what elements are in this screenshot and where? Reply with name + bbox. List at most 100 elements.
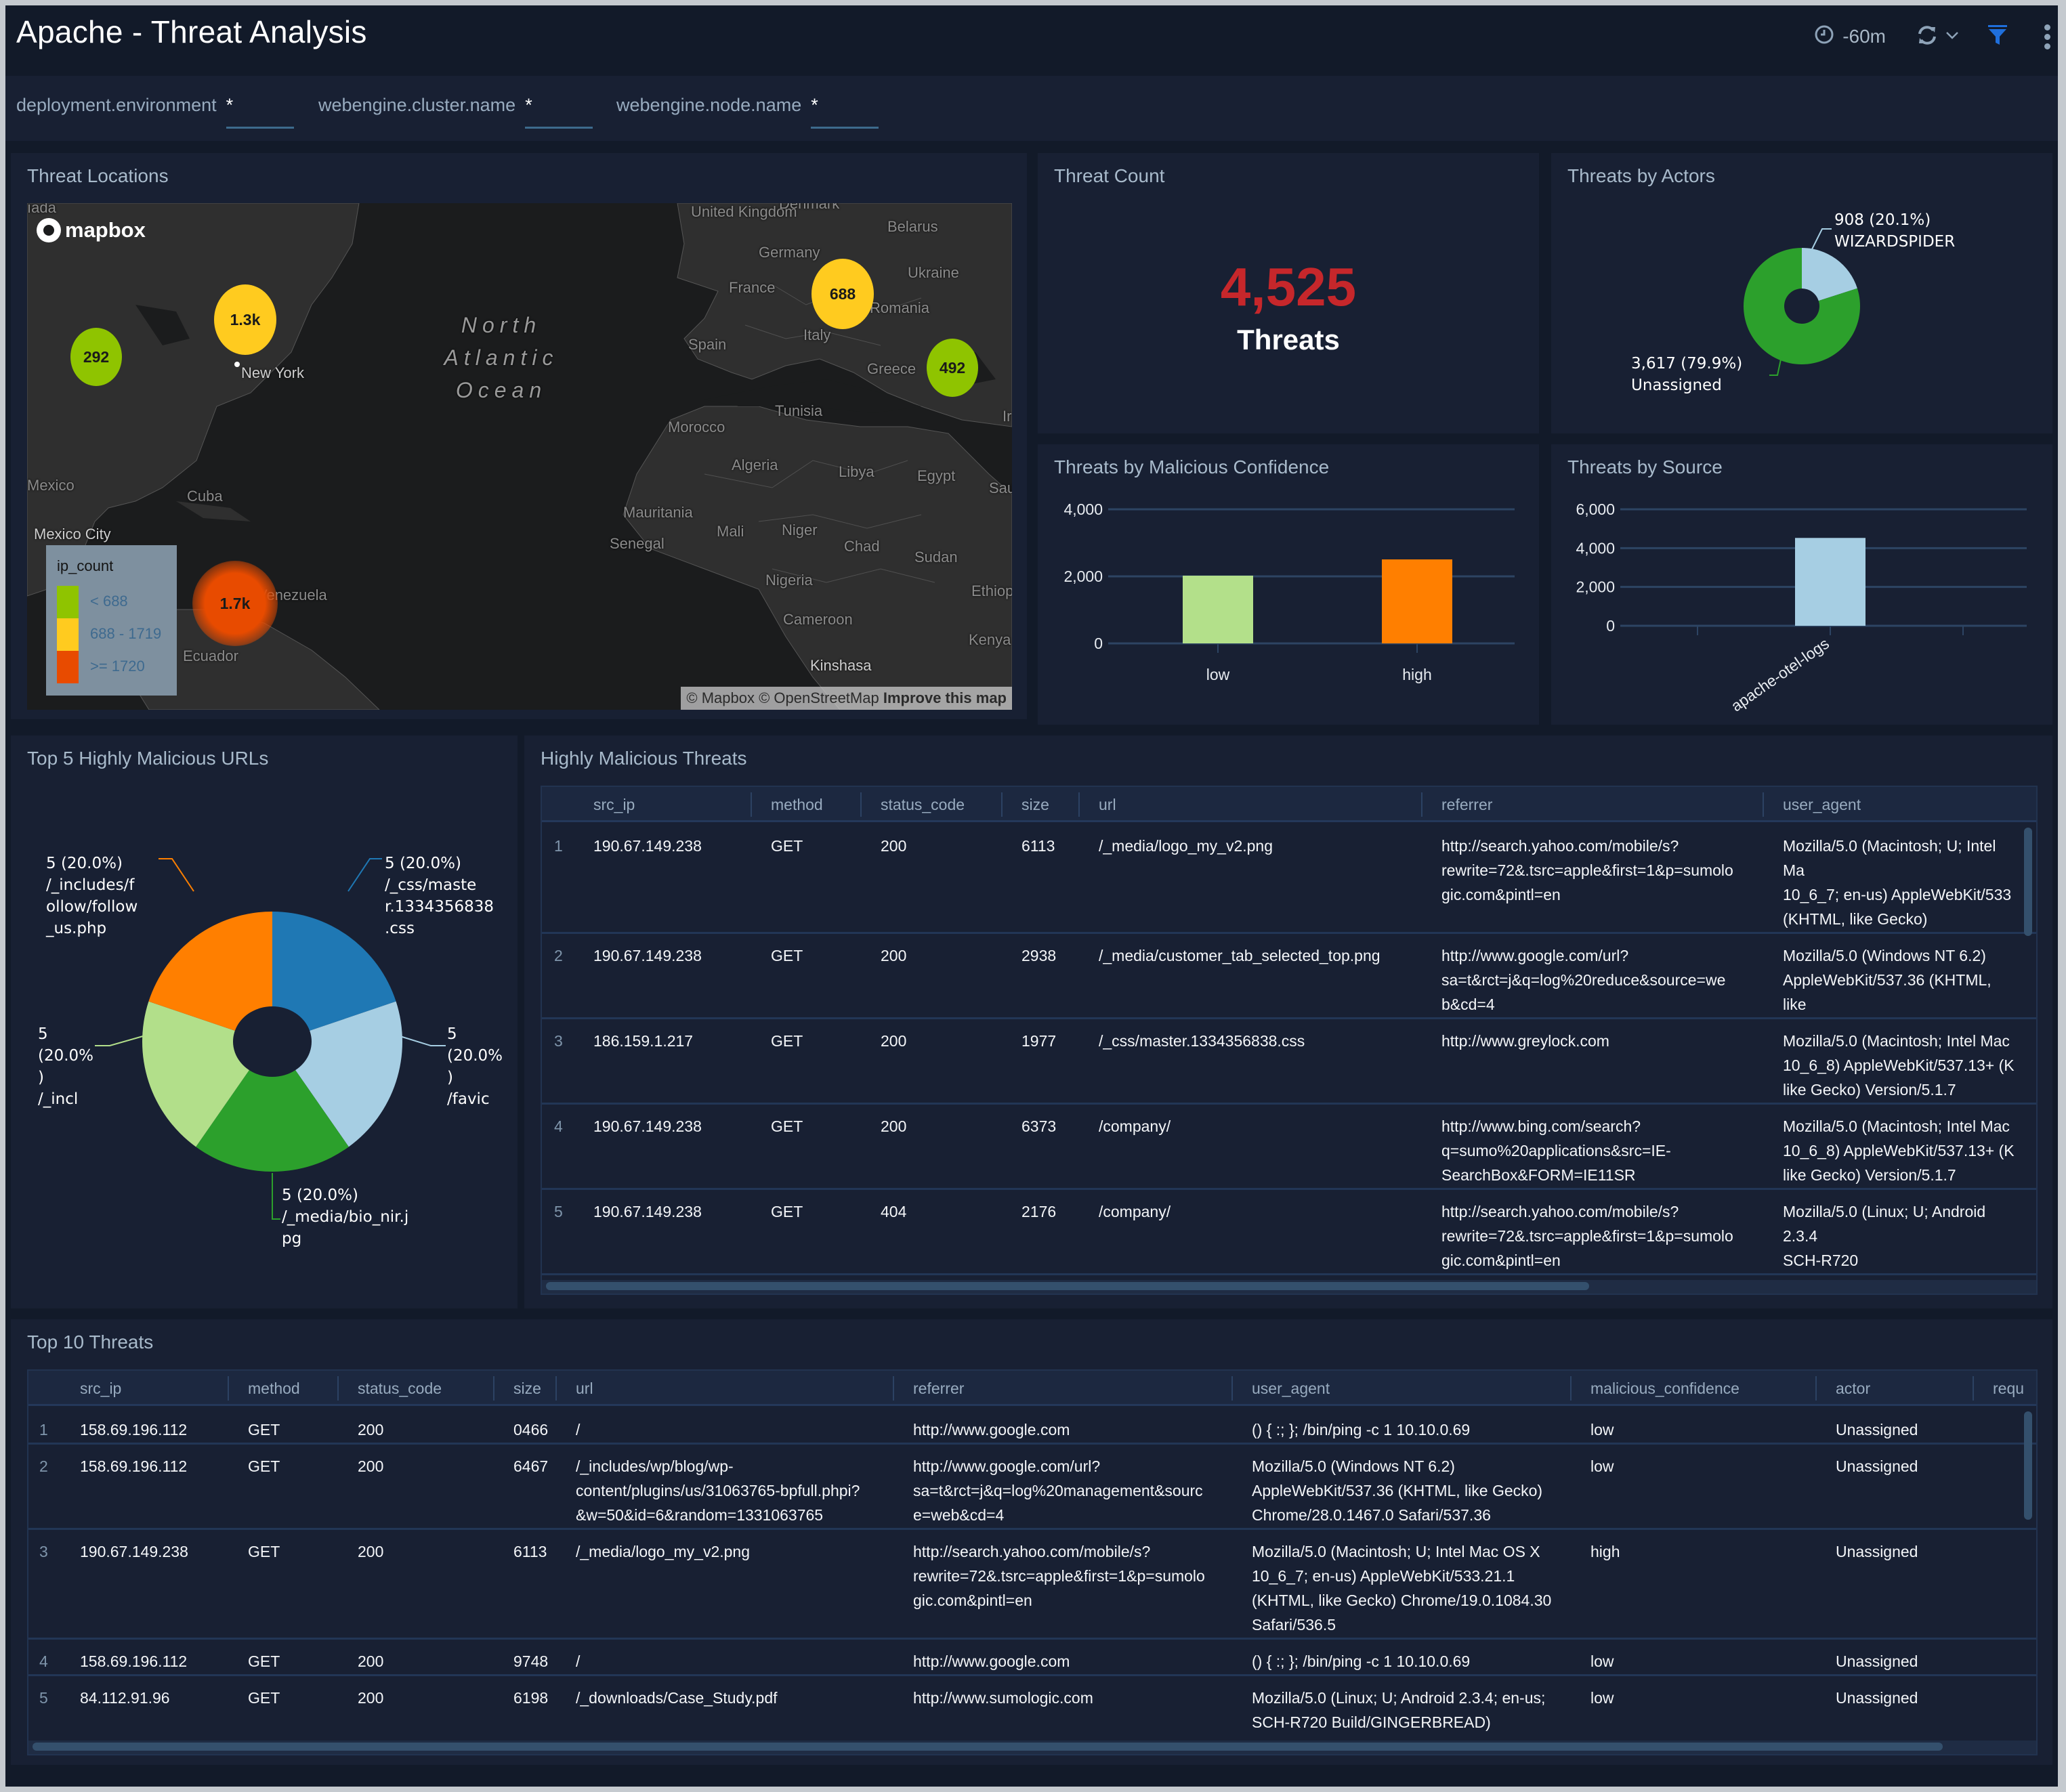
column-resize-handle[interactable]	[1421, 792, 1422, 817]
filter-button[interactable]	[1987, 24, 2008, 49]
scrollbar-thumb[interactable]	[33, 1743, 1943, 1751]
column-resize-handle[interactable]	[1231, 1376, 1233, 1401]
horizontal-scrollbar[interactable]	[28, 1741, 2036, 1754]
map-place-label: Egypt	[917, 467, 956, 484]
filter-value-input[interactable]: *	[811, 95, 879, 129]
column-resize-handle[interactable]	[1570, 1376, 1572, 1401]
map-place-label: Nigeria	[765, 572, 813, 589]
vertical-scrollbar[interactable]	[2024, 828, 2032, 936]
table-row[interactable]: 5 190.67.149.238 GET 404 2176/company/http:/…	[542, 1190, 2036, 1275]
filter-webengine-cluster-name[interactable]: webengine.cluster.name *	[318, 95, 593, 129]
column-header-method[interactable]: method	[771, 787, 823, 822]
column-header-referrer[interactable]: referrer	[913, 1371, 964, 1406]
column-header-user_agent[interactable]: user_agent	[1783, 787, 1861, 822]
filter-webengine-node-name[interactable]: webengine.node.name *	[616, 95, 879, 129]
time-range-button[interactable]: -60m	[1814, 24, 1886, 49]
table-row[interactable]: 3 190.67.149.238 GET 200 6113 /_media/logo_my…	[28, 1530, 2036, 1640]
table-row[interactable]: 4 190.67.149.238 GET 200 6373/company/http:/…	[542, 1105, 2036, 1190]
cell-actor: Unassigned	[1836, 1689, 1918, 1707]
column-resize-handle[interactable]	[1973, 1376, 1974, 1401]
bar-apache-otel-logs[interactable]	[1795, 538, 1865, 626]
filter-value-input[interactable]: *	[226, 95, 294, 129]
vertical-scrollbar[interactable]	[2024, 1411, 2032, 1520]
column-resize-handle[interactable]	[751, 792, 752, 817]
column-header-size[interactable]: size	[513, 1371, 541, 1406]
scrollbar-thumb[interactable]	[546, 1282, 1589, 1290]
column-resize-handle[interactable]	[1815, 1376, 1817, 1401]
table-row[interactable]: 1 190.67.149.238 GET 200 6113 /_media/logo_my…	[542, 824, 2036, 934]
city-marker-icon	[234, 362, 240, 367]
map-canvas[interactable]: mapbox ıada United Kingdom Denmark Belar…	[27, 203, 1012, 710]
cell-malicious_confidence: low	[1590, 1457, 1614, 1475]
cell-referrer: http://search.yahoo.com/mobile/s? rewrit…	[913, 1543, 1205, 1609]
column-header-url[interactable]: url	[576, 1371, 593, 1406]
source-bar-chart: 0 2,000 4,000 6,000 apache-otel-logs	[1576, 500, 2027, 715]
column-header-referrer[interactable]: referrer	[1441, 787, 1492, 822]
cell-method: GET	[771, 947, 803, 964]
y-tick-label: 2,000	[1576, 578, 1615, 596]
column-header-method[interactable]: method	[248, 1371, 300, 1406]
table-row[interactable]: 5 84.112.91.96 GET 200 6198 /_downloads/Case_…	[28, 1676, 2036, 1751]
cell-actor: Unassigned	[1836, 1543, 1918, 1560]
legend-swatch	[57, 651, 79, 683]
slice-value-label: 3,617 (79.9%)	[1631, 355, 1742, 372]
column-header-status_code[interactable]: status_code	[881, 787, 965, 822]
column-header-user_agent[interactable]: user_agent	[1252, 1371, 1330, 1406]
cell-actor: Unassigned	[1836, 1457, 1918, 1475]
legend-label: 688 - 1719	[90, 625, 162, 642]
table-row[interactable]: 2 158.69.196.112 GET 200 6467 /_includes/wp/b…	[28, 1445, 2036, 1530]
column-resize-handle[interactable]	[337, 1376, 339, 1401]
refresh-button[interactable]	[1916, 24, 1959, 49]
column-resize-handle[interactable]	[555, 1376, 557, 1401]
column-header-size[interactable]: size	[1021, 787, 1049, 822]
column-resize-handle[interactable]	[1763, 792, 1764, 817]
column-resize-handle[interactable]	[228, 1376, 229, 1401]
column-header-actor[interactable]: actor	[1836, 1371, 1870, 1406]
map-cluster-marker[interactable]: 1.7k	[192, 561, 278, 646]
map-cluster-marker[interactable]: 688	[811, 259, 874, 329]
improve-map-link[interactable]: Improve this map	[883, 689, 1007, 706]
slice-label: 5 (20.0%)	[282, 1187, 358, 1204]
cell-malicious_confidence: low	[1590, 1652, 1614, 1670]
column-resize-handle[interactable]	[493, 1376, 494, 1401]
row-number: 5	[554, 1203, 563, 1220]
column-resize-handle[interactable]	[893, 1376, 894, 1401]
dashboard: Apache - Threat Analysis -60m deployment…	[5, 5, 2058, 1787]
map-cluster-marker[interactable]: 492	[927, 339, 978, 397]
column-header-requ[interactable]: requ	[1993, 1371, 2024, 1406]
map-cluster-marker[interactable]: 1.3k	[214, 284, 276, 355]
column-header-src_ip[interactable]: src_ip	[80, 1371, 121, 1406]
bar-high[interactable]	[1382, 559, 1452, 643]
map-place-label: Ecuador	[183, 647, 238, 664]
table-row[interactable]: 1 158.69.196.112 GET 200 0466 / http://www.goo…	[28, 1408, 2036, 1445]
slice-label: r.1334356838	[385, 898, 494, 916]
table-row[interactable]: 4 158.69.196.112 GET 200 9748 / http://www.goo…	[28, 1640, 2036, 1676]
cell-referrer: http://search.yahoo.com/mobile/s? rewrit…	[1441, 1203, 1733, 1269]
table-row[interactable]: 3 186.159.1.217 GET 200 1977 /_css/master.133…	[542, 1019, 2036, 1105]
column-resize-handle[interactable]	[1078, 792, 1080, 817]
column-resize-handle[interactable]	[1001, 792, 1003, 817]
y-tick-label: 2,000	[1063, 568, 1103, 585]
cell-referrer: http://search.yahoo.com/mobile/s? rewrit…	[1441, 837, 1733, 903]
column-header-malicious_confidence[interactable]: malicious_confidence	[1590, 1371, 1740, 1406]
table-row[interactable]: 2 190.67.149.238 GET 200 2938 /_media/custome…	[542, 934, 2036, 1019]
filter-deployment-environment[interactable]: deployment.environment *	[16, 95, 294, 129]
chevron-down-icon[interactable]	[1945, 30, 1959, 43]
filter-value-input[interactable]: *	[525, 95, 593, 129]
horizontal-scrollbar[interactable]	[542, 1280, 2036, 1294]
bar-low[interactable]	[1183, 576, 1253, 643]
more-options-button[interactable]	[2043, 24, 2051, 49]
filter-label: webengine.node.name	[616, 95, 802, 115]
attribution-text[interactable]: © Mapbox © OpenStreetMap	[686, 689, 879, 706]
column-resize-handle[interactable]	[860, 792, 862, 817]
map-place-label: Ir	[1003, 408, 1012, 425]
map-cluster-marker[interactable]: 292	[70, 328, 122, 386]
column-header-url[interactable]: url	[1099, 787, 1116, 822]
column-header-src_ip[interactable]: src_ip	[593, 787, 635, 822]
map-city-label: Mexico City	[34, 526, 111, 542]
mapbox-logo[interactable]: mapbox	[37, 218, 146, 242]
slice-label: _us.php	[45, 920, 106, 937]
column-header-status_code[interactable]: status_code	[358, 1371, 442, 1406]
map-place-label: Romania	[870, 299, 930, 316]
mapbox-icon	[37, 218, 61, 242]
